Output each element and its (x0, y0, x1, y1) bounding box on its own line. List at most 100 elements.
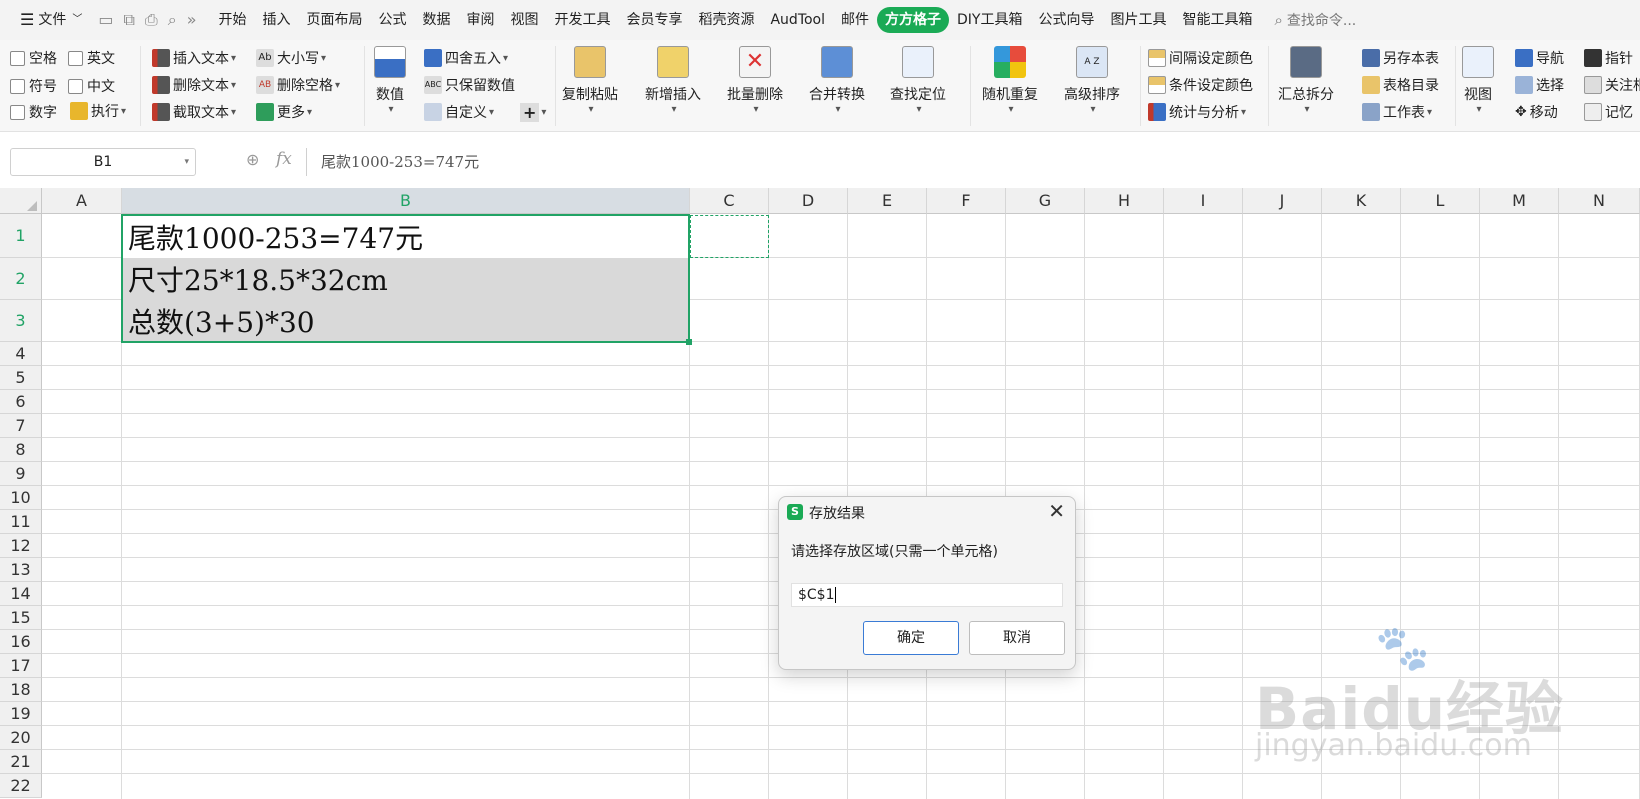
remove-spaces-button[interactable]: AB 删除空格 (256, 73, 340, 97)
summary-split-button[interactable]: 汇总拆分 (1278, 46, 1334, 115)
selection-fill-handle[interactable] (686, 339, 692, 345)
tab-start[interactable]: 开始 (210, 7, 254, 33)
column-header-b[interactable]: B (122, 188, 690, 214)
row-header-21[interactable]: 21 (0, 750, 42, 774)
select-all-corner[interactable] (0, 188, 42, 214)
range-input[interactable]: $C$1 (791, 583, 1063, 607)
column-header-a[interactable]: A (42, 188, 122, 214)
column-header-d[interactable]: D (769, 188, 848, 214)
merge-convert-button[interactable]: 合并转换 (809, 46, 865, 115)
tab-view[interactable]: 视图 (502, 7, 546, 33)
checkbox-space[interactable]: 空格 (10, 46, 57, 70)
row-header-7[interactable]: 7 (0, 414, 42, 438)
row-header-15[interactable]: 15 (0, 606, 42, 630)
tab-developer[interactable]: 开发工具 (546, 7, 618, 33)
worksheet-button[interactable]: 工作表 (1362, 100, 1432, 124)
numeric-button[interactable]: 数值 (374, 46, 406, 115)
delete-text-button[interactable]: 删除文本 (152, 73, 236, 97)
column-header-n[interactable]: N (1559, 188, 1640, 214)
random-repeat-button[interactable]: 随机重复 (982, 46, 1038, 115)
custom-button[interactable]: 自定义 (424, 100, 494, 124)
row-header-22[interactable]: 22 (0, 774, 42, 798)
column-header-l[interactable]: L (1401, 188, 1480, 214)
table-directory-button[interactable]: 表格目录 (1362, 73, 1439, 97)
row-header-18[interactable]: 18 (0, 678, 42, 702)
row-header-11[interactable]: 11 (0, 510, 42, 534)
row-header-14[interactable]: 14 (0, 582, 42, 606)
tab-member[interactable]: 会员专享 (618, 7, 690, 33)
cancel-button[interactable]: 取消 (969, 621, 1065, 655)
tab-fangfang[interactable]: 方方格子 (877, 7, 950, 33)
row-header-19[interactable]: 19 (0, 702, 42, 726)
tab-formula-wizard[interactable]: 公式向导 (1030, 7, 1102, 33)
insert-text-button[interactable]: 插入文本 (152, 46, 236, 70)
row-header-13[interactable]: 13 (0, 558, 42, 582)
row-header-16[interactable]: 16 (0, 630, 42, 654)
row-header-3[interactable]: 3 (0, 300, 42, 342)
find-locate-button[interactable]: 查找定位 (890, 46, 946, 115)
close-icon[interactable]: ✕ (1048, 499, 1065, 523)
row-header-5[interactable]: 5 (0, 366, 42, 390)
more-icon[interactable]: » (187, 10, 197, 30)
focus-button[interactable]: 关注相 (1584, 73, 1640, 97)
zoom-icon[interactable]: ⊕ (246, 150, 259, 169)
add-button[interactable]: + (520, 100, 546, 124)
checkbox-number[interactable]: 数字 (10, 100, 57, 124)
advanced-sort-button[interactable]: A Z 高级排序 (1064, 46, 1120, 115)
tab-insert[interactable]: 插入 (254, 7, 298, 33)
add-insert-button[interactable]: 新增插入 (645, 46, 701, 115)
tab-docer[interactable]: 稻壳资源 (690, 7, 762, 33)
tab-audtool[interactable]: AudTool (762, 7, 833, 33)
move-button[interactable]: ✥ 移动 (1515, 100, 1558, 124)
row-header-4[interactable]: 4 (0, 342, 42, 366)
file-menu[interactable]: ☰ 文件 ﹀ (12, 7, 90, 33)
pointer-button[interactable]: 指针 (1584, 46, 1633, 70)
save-sheet-button[interactable]: 另存本表 (1362, 46, 1439, 70)
fx-icon[interactable]: fx (276, 149, 292, 169)
more-button[interactable]: 更多 (256, 100, 312, 124)
column-header-k[interactable]: K (1322, 188, 1401, 214)
navigation-button[interactable]: 导航 (1515, 46, 1564, 70)
formula-input[interactable]: 尾款1000-253=747元 (306, 148, 1640, 176)
tab-formulas[interactable]: 公式 (370, 7, 414, 33)
view-button[interactable]: 视图 (1462, 46, 1494, 115)
command-search[interactable]: ⌕ 查找命令... (1274, 10, 1356, 30)
checkbox-english[interactable]: 英文 (68, 46, 115, 70)
column-header-f[interactable]: F (927, 188, 1006, 214)
row-header-17[interactable]: 17 (0, 654, 42, 678)
batch-delete-button[interactable]: ✕ 批量删除 (727, 46, 783, 115)
tab-image-tools[interactable]: 图片工具 (1102, 7, 1174, 33)
tab-review[interactable]: 审阅 (458, 7, 502, 33)
row-header-12[interactable]: 12 (0, 534, 42, 558)
condition-color-button[interactable]: 条件设定颜色 (1148, 73, 1253, 97)
row-header-8[interactable]: 8 (0, 438, 42, 462)
row-header-1[interactable]: 1 (0, 214, 42, 258)
export-icon[interactable]: ⧉ (123, 10, 134, 30)
save-icon[interactable]: ▭ (98, 10, 113, 30)
preview-icon[interactable]: ⌕ (168, 10, 177, 30)
keep-values-button[interactable]: ABC 只保留数值 (424, 73, 515, 97)
tab-diy[interactable]: DIY工具箱 (949, 7, 1030, 33)
column-header-i[interactable]: I (1164, 188, 1243, 214)
tab-smart-tools[interactable]: 智能工具箱 (1174, 7, 1260, 33)
row-header-10[interactable]: 10 (0, 486, 42, 510)
memory-button[interactable]: 记忆 (1584, 100, 1633, 124)
column-header-h[interactable]: H (1085, 188, 1164, 214)
case-button[interactable]: Ab 大小写 (256, 46, 326, 70)
print-icon[interactable]: ⎙ (145, 10, 158, 30)
round-button[interactable]: 四舍五入 (424, 46, 508, 70)
select-button[interactable]: 选择 (1515, 73, 1564, 97)
name-box[interactable]: B1 ▾ (10, 148, 196, 176)
column-header-g[interactable]: G (1006, 188, 1085, 214)
tab-mail[interactable]: 邮件 (833, 7, 877, 33)
column-header-c[interactable]: C (690, 188, 769, 214)
column-header-m[interactable]: M (1480, 188, 1559, 214)
tab-page-layout[interactable]: 页面布局 (298, 7, 370, 33)
row-header-9[interactable]: 9 (0, 462, 42, 486)
ok-button[interactable]: 确定 (863, 621, 959, 655)
extract-text-button[interactable]: 截取文本 (152, 100, 236, 124)
row-header-20[interactable]: 20 (0, 726, 42, 750)
checkbox-chinese[interactable]: 中文 (68, 74, 115, 98)
row-header-6[interactable]: 6 (0, 390, 42, 414)
execute-button[interactable]: 执行 (70, 99, 126, 123)
